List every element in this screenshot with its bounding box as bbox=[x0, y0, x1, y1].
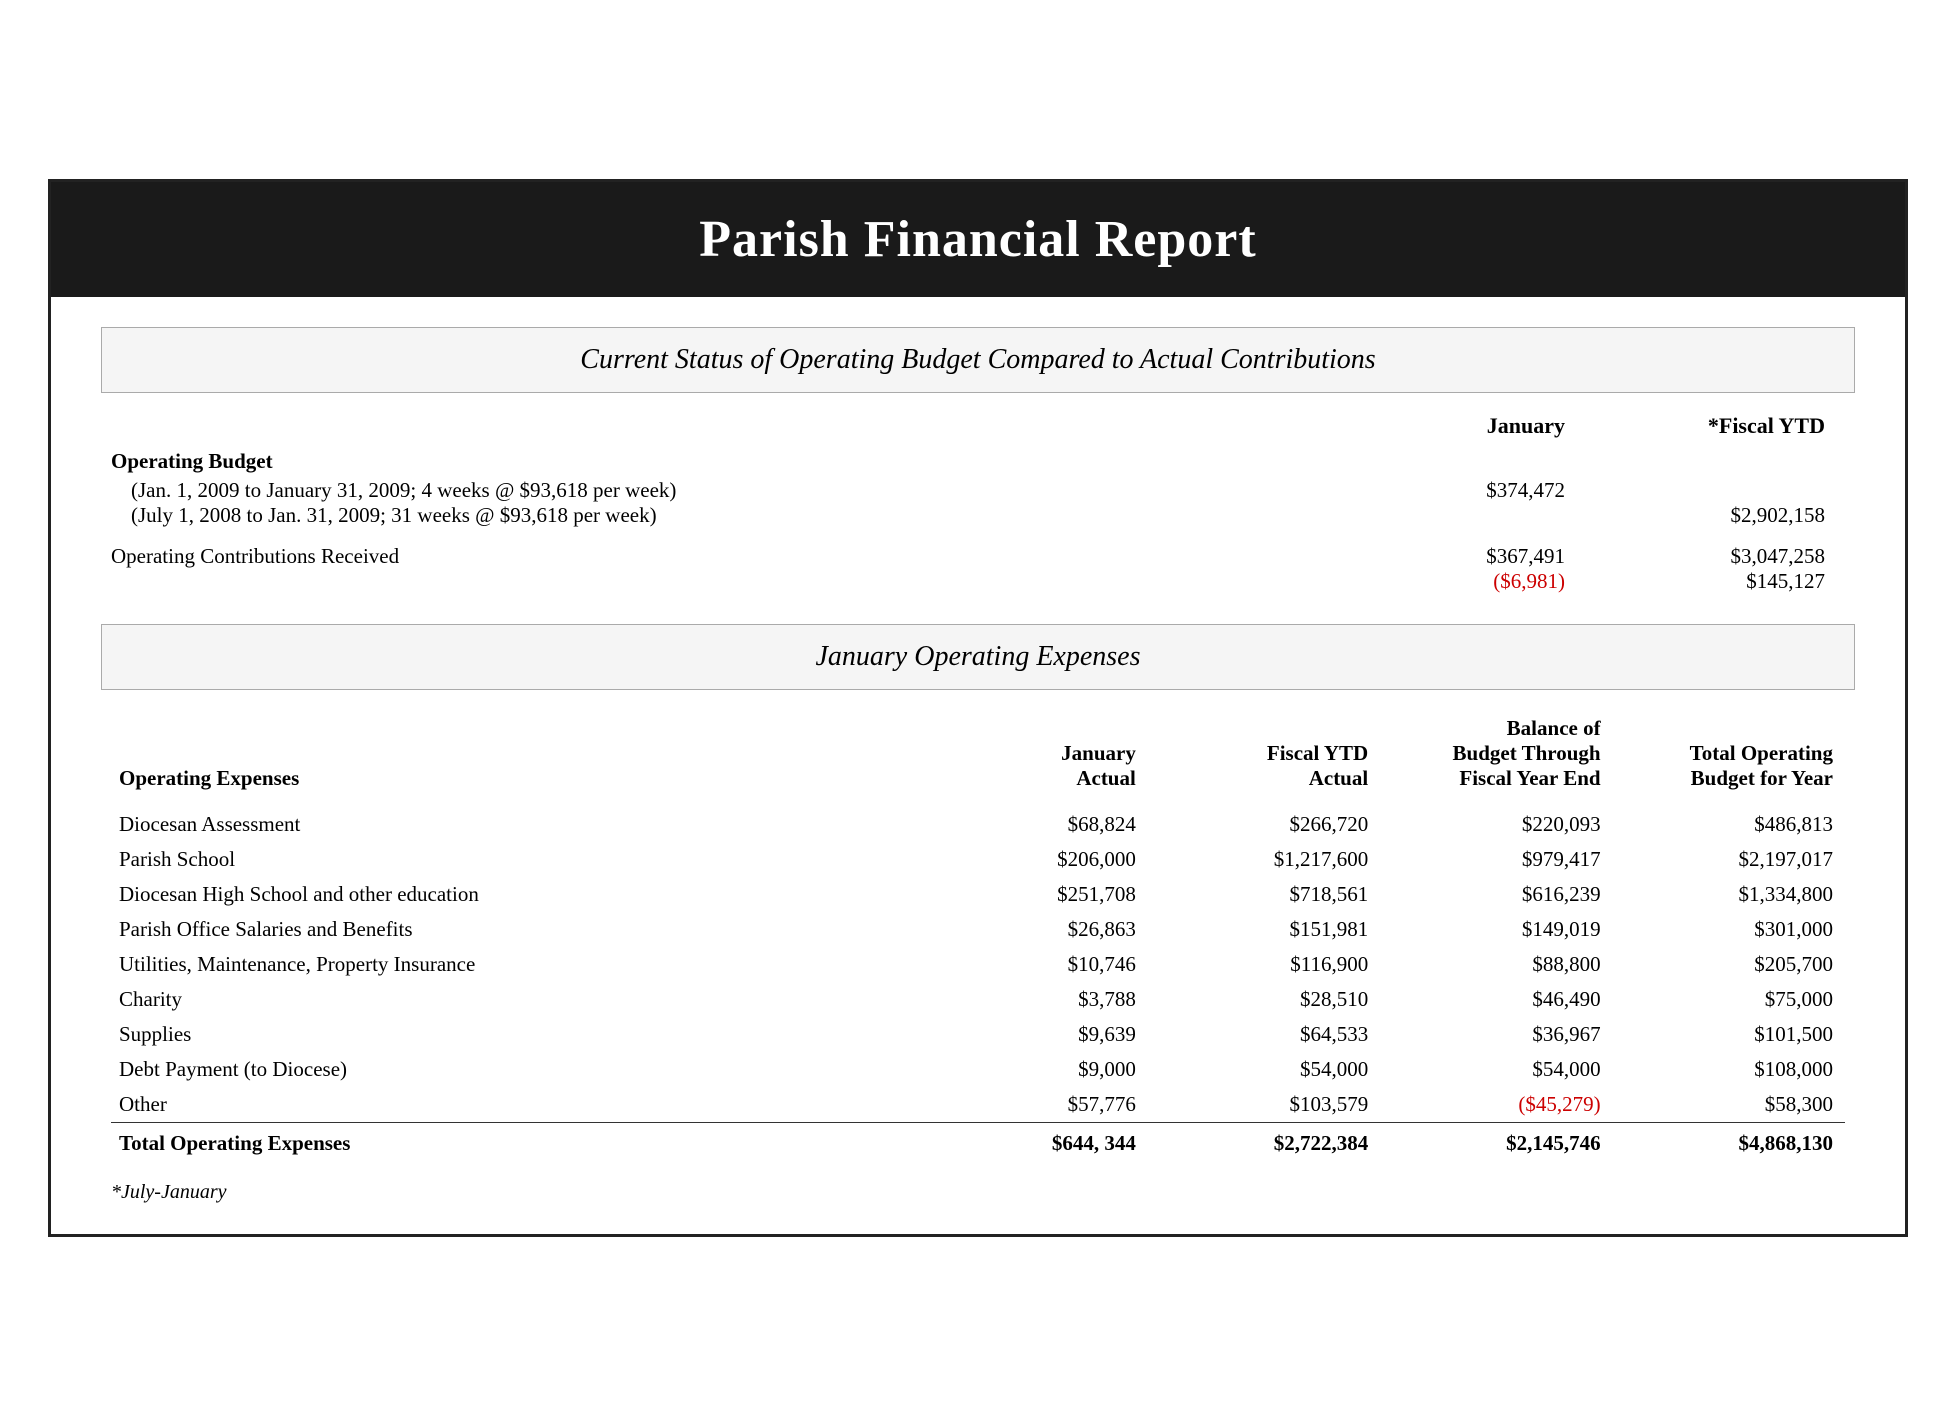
row-label: Diocesan High School and other education bbox=[111, 877, 915, 912]
oc-ytd-diff: $145,127 bbox=[1645, 569, 1825, 594]
oc-label: Operating Contributions Received bbox=[111, 544, 1385, 569]
table-row: Supplies $9,639 $64,533 $36,967 $101,500 bbox=[111, 1017, 1845, 1052]
row-label: Utilities, Maintenance, Property Insuran… bbox=[111, 947, 915, 982]
section1-title: Current Status of Operating Budget Compa… bbox=[132, 344, 1824, 376]
row-label: Parish School bbox=[111, 842, 915, 877]
th-ytd: Fiscal YTD Actual bbox=[1148, 710, 1380, 797]
row-balance: $616,239 bbox=[1380, 877, 1612, 912]
row-balance: $36,967 bbox=[1380, 1017, 1612, 1052]
row-jan: $206,000 bbox=[915, 842, 1147, 877]
row-jan: $57,776 bbox=[915, 1087, 1147, 1123]
total-total: $4,868,130 bbox=[1613, 1123, 1845, 1162]
row-label: Parish Office Salaries and Benefits bbox=[111, 912, 915, 947]
page-title: Parish Financial Report bbox=[91, 210, 1865, 269]
row-balance: $149,019 bbox=[1380, 912, 1612, 947]
row-jan: $9,639 bbox=[915, 1017, 1147, 1052]
oc-jan-col: $367,491 ($6,981) bbox=[1385, 544, 1585, 594]
row-label: Charity bbox=[111, 982, 915, 1017]
row-total: $108,000 bbox=[1613, 1052, 1845, 1087]
col-january-header: January bbox=[1365, 413, 1565, 439]
row-label: Supplies bbox=[111, 1017, 915, 1052]
total-balance: $2,145,746 bbox=[1380, 1123, 1612, 1162]
th-jan: January Actual bbox=[915, 710, 1147, 797]
footnote: *July-January bbox=[111, 1181, 1845, 1204]
expenses-table: Operating Expenses January Actual Fiscal… bbox=[111, 710, 1845, 1161]
row-balance: $220,093 bbox=[1380, 807, 1612, 842]
row-total: $58,300 bbox=[1613, 1087, 1845, 1123]
oc-jan-diff: ($6,981) bbox=[1385, 569, 1565, 594]
expenses-section: Operating Expenses January Actual Fiscal… bbox=[101, 710, 1855, 1204]
section2-title: January Operating Expenses bbox=[132, 641, 1824, 673]
table-row: Parish School $206,000 $1,217,600 $979,4… bbox=[111, 842, 1845, 877]
page-wrapper: Parish Financial Report Current Status o… bbox=[48, 179, 1908, 1237]
ob-line1-jan: $374,472 bbox=[1385, 478, 1585, 503]
section2-box: January Operating Expenses bbox=[101, 624, 1855, 690]
table-row: Diocesan Assessment $68,824 $266,720 $22… bbox=[111, 807, 1845, 842]
row-balance: $54,000 bbox=[1380, 1052, 1612, 1087]
table-row: Parish Office Salaries and Benefits $26,… bbox=[111, 912, 1845, 947]
row-ytd: $1,217,600 bbox=[1148, 842, 1380, 877]
ob-line1-label: (Jan. 1, 2009 to January 31, 2009; 4 wee… bbox=[111, 478, 1385, 503]
total-label: Total Operating Expenses bbox=[111, 1123, 915, 1162]
row-total: $301,000 bbox=[1613, 912, 1845, 947]
total-row: Total Operating Expenses $644, 344 $2,72… bbox=[111, 1123, 1845, 1162]
row-total: $1,334,800 bbox=[1613, 877, 1845, 912]
row-jan: $26,863 bbox=[915, 912, 1147, 947]
row-ytd: $266,720 bbox=[1148, 807, 1380, 842]
section1-box: Current Status of Operating Budget Compa… bbox=[101, 327, 1855, 393]
row-total: $486,813 bbox=[1613, 807, 1845, 842]
ob-line1-row: (Jan. 1, 2009 to January 31, 2009; 4 wee… bbox=[111, 478, 1845, 503]
header: Parish Financial Report bbox=[51, 182, 1905, 297]
oc-ytd-value: $3,047,258 bbox=[1645, 544, 1825, 569]
row-jan: $251,708 bbox=[915, 877, 1147, 912]
row-ytd: $103,579 bbox=[1148, 1087, 1380, 1123]
th-label: Operating Expenses bbox=[111, 710, 915, 797]
row-jan: $3,788 bbox=[915, 982, 1147, 1017]
oc-row: Operating Contributions Received $367,49… bbox=[111, 544, 1845, 594]
row-label: Debt Payment (to Diocese) bbox=[111, 1052, 915, 1087]
row-ytd: $151,981 bbox=[1148, 912, 1380, 947]
row-total: $2,197,017 bbox=[1613, 842, 1845, 877]
row-balance: $46,490 bbox=[1380, 982, 1612, 1017]
ob-line2-ytd: $2,902,158 bbox=[1645, 503, 1845, 528]
ob-line2-label: (July 1, 2008 to Jan. 31, 2009; 31 weeks… bbox=[111, 503, 1385, 528]
table-row: Other $57,776 $103,579 ($45,279) $58,300 bbox=[111, 1087, 1845, 1123]
row-balance: $88,800 bbox=[1380, 947, 1612, 982]
table-row: Debt Payment (to Diocese) $9,000 $54,000… bbox=[111, 1052, 1845, 1087]
th-balance: Balance of Budget Through Fiscal Year En… bbox=[1380, 710, 1612, 797]
row-jan: $9,000 bbox=[915, 1052, 1147, 1087]
row-ytd: $64,533 bbox=[1148, 1017, 1380, 1052]
row-balance: ($45,279) bbox=[1380, 1087, 1612, 1123]
row-label: Other bbox=[111, 1087, 915, 1123]
row-ytd: $116,900 bbox=[1148, 947, 1380, 982]
row-balance: $979,417 bbox=[1380, 842, 1612, 877]
row-label: Diocesan Assessment bbox=[111, 807, 915, 842]
operating-budget-label: Operating Budget bbox=[111, 449, 1845, 474]
row-jan: $68,824 bbox=[915, 807, 1147, 842]
total-jan: $644, 344 bbox=[915, 1123, 1147, 1162]
operating-budget-section: January *Fiscal YTD Operating Budget (Ja… bbox=[101, 413, 1855, 594]
row-total: $75,000 bbox=[1613, 982, 1845, 1017]
content: Current Status of Operating Budget Compa… bbox=[51, 297, 1905, 1234]
expenses-header-row: Operating Expenses January Actual Fiscal… bbox=[111, 710, 1845, 797]
total-ytd: $2,722,384 bbox=[1148, 1123, 1380, 1162]
col-fiscal-ytd-header: *Fiscal YTD bbox=[1625, 413, 1825, 439]
table-row: Charity $3,788 $28,510 $46,490 $75,000 bbox=[111, 982, 1845, 1017]
table-row: Utilities, Maintenance, Property Insuran… bbox=[111, 947, 1845, 982]
row-total: $205,700 bbox=[1613, 947, 1845, 982]
oc-ytd-col: $3,047,258 $145,127 bbox=[1645, 544, 1845, 594]
table-row: Diocesan High School and other education… bbox=[111, 877, 1845, 912]
row-jan: $10,746 bbox=[915, 947, 1147, 982]
row-ytd: $54,000 bbox=[1148, 1052, 1380, 1087]
ob-line2-row: (July 1, 2008 to Jan. 31, 2009; 31 weeks… bbox=[111, 503, 1845, 528]
oc-jan-value: $367,491 bbox=[1385, 544, 1565, 569]
row-total: $101,500 bbox=[1613, 1017, 1845, 1052]
th-total: Total Operating Budget for Year bbox=[1613, 710, 1845, 797]
row-ytd: $718,561 bbox=[1148, 877, 1380, 912]
row-ytd: $28,510 bbox=[1148, 982, 1380, 1017]
